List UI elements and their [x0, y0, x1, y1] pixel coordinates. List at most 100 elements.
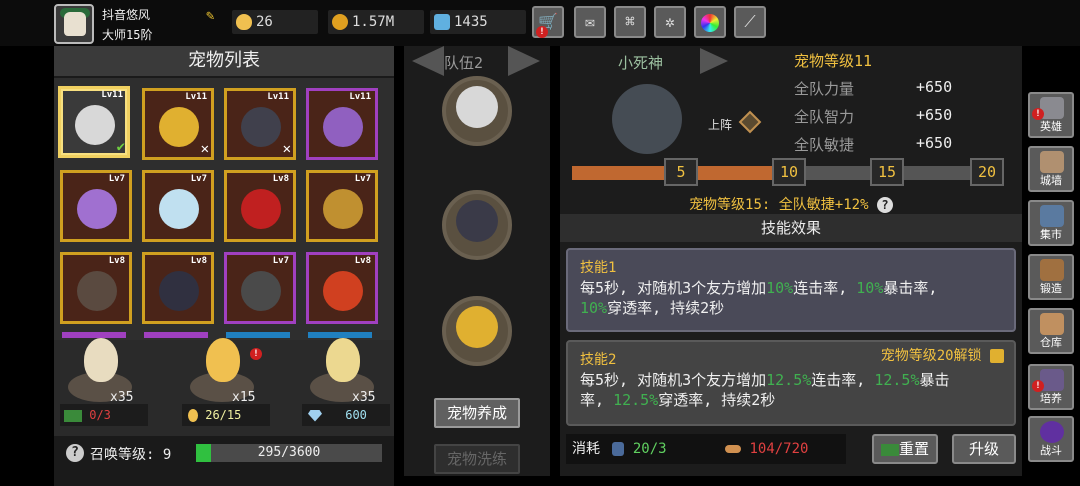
pet-cell[interactable]: Lv7	[142, 170, 214, 242]
player-avatar[interactable]	[54, 4, 94, 44]
pet-cell[interactable]: Lv8	[306, 252, 378, 324]
potion-icon	[612, 442, 625, 456]
egg-quantity: x35	[352, 390, 376, 405]
egg-icon	[236, 14, 252, 30]
pet-list-title: 宠物列表	[54, 46, 394, 76]
dark-bat-pet-icon	[159, 271, 199, 311]
horned-demon-pet-icon	[77, 271, 117, 311]
pet-cell[interactable]: Lv8	[224, 170, 296, 242]
help-icon[interactable]: ?	[66, 444, 84, 462]
stat-value: +650	[916, 106, 953, 124]
pet-cell[interactable]: Lv8	[60, 252, 132, 324]
skill-2-card: 技能2 宠物等级20解锁 每5秒, 对随机3个友方增加12.5%连击率, 12.…	[566, 340, 1016, 426]
mail-button[interactable]: ✉	[574, 6, 606, 38]
spider-pet-icon	[241, 271, 281, 311]
coin-icon	[332, 14, 348, 30]
pet-cell[interactable]: Lv7	[306, 170, 378, 242]
sidebar-item-market[interactable]: 集市	[1028, 200, 1074, 246]
pet-cell[interactable]: Lv11 ✕	[142, 88, 214, 160]
summon-progress-text: 295/3600	[257, 445, 321, 460]
skill-1-card: 技能1 每5秒, 对随机3个友方增加10%连击率, 10%暴击率, 10%穿透率,…	[566, 248, 1016, 332]
player-name: 抖音悠风	[102, 8, 151, 22]
sidebar-item-warehouse[interactable]: 仓库	[1028, 308, 1074, 354]
skill-2-desc: 每5秒, 对随机3个友方增加12.5%连击率, 12.5%暴击 率, 12.5%穿…	[580, 371, 950, 409]
egg-resource: 26	[232, 10, 318, 34]
pet-cell[interactable]: Lv11	[306, 88, 378, 160]
pet-cell[interactable]: Lv7	[60, 170, 132, 242]
stat-value: +650	[916, 134, 953, 152]
coin-count: 1.57M	[352, 14, 395, 30]
team-slot[interactable]	[442, 190, 512, 260]
pet-cell[interactable]: Lv8	[142, 252, 214, 324]
video-ad-icon	[64, 409, 82, 422]
lock-icon	[990, 349, 1004, 363]
egg-quantity: x35	[110, 390, 134, 405]
pet-name: 小死神	[618, 54, 664, 72]
feather-button[interactable]: ⟋	[734, 6, 766, 38]
egg-icon[interactable]	[84, 338, 118, 382]
edit-icon[interactable]: ✎	[206, 8, 222, 24]
team-slot[interactable]	[442, 296, 512, 366]
pet-train-button[interactable]: 宠物养成	[434, 398, 520, 428]
upgrade-button[interactable]: 升级	[952, 434, 1016, 464]
pet-cell-partial	[226, 332, 290, 338]
team-slot[interactable]	[442, 76, 512, 146]
sidebar-item-train[interactable]: ! 培养	[1028, 364, 1074, 410]
milestone: 5	[664, 158, 698, 186]
reaper-pet-icon	[75, 105, 115, 145]
sidebar-item-battle[interactable]: 战斗	[1028, 416, 1074, 462]
gem-icon	[434, 14, 450, 30]
sidebar-item-wall[interactable]: 城墙	[1028, 146, 1074, 192]
deploy-label: 上阵	[708, 118, 733, 132]
stat-name: 全队力量	[794, 80, 855, 98]
help-icon[interactable]: ?	[876, 197, 893, 213]
pet-cell-partial	[308, 332, 372, 338]
scorpion-pet-icon	[77, 189, 117, 229]
color-wheel-icon	[701, 13, 719, 32]
pet-wash-button[interactable]: 宠物洗练	[434, 444, 520, 474]
milestone: 10	[772, 158, 806, 186]
sidebar-item-hero[interactable]: ! 英雄	[1028, 92, 1074, 138]
coin-resource: 1.57M	[328, 10, 424, 34]
milestone: 20	[970, 158, 1004, 186]
summon-level: 召唤等级: 9	[90, 447, 172, 463]
pet-cell-partial	[144, 332, 208, 338]
team-label: 队伍2	[444, 54, 484, 72]
shop-button[interactable]: 🛒!	[532, 6, 564, 38]
egg-icon[interactable]	[206, 338, 240, 382]
egg-icon[interactable]	[326, 338, 360, 382]
level-bonus: 宠物等级15: 全队敏捷+12% ?	[560, 194, 1022, 214]
video-ad-icon	[880, 443, 899, 456]
stat-name: 全队敏捷	[794, 136, 855, 154]
egg-stat: 0/3	[60, 404, 148, 426]
stat-value: +650	[916, 78, 953, 96]
pet-cell[interactable]: Lv7	[224, 252, 296, 324]
egg-stat: 600	[302, 404, 390, 426]
sidebar-item-forge[interactable]: 锻造	[1028, 254, 1074, 300]
reaper-pet-portrait	[612, 84, 682, 154]
gem-icon	[308, 409, 322, 422]
gear-icon: ✲	[665, 12, 675, 31]
bone-icon	[725, 445, 742, 453]
settings-button[interactable]: ✲	[654, 6, 686, 38]
pet-cell[interactable]: Lv11 ✔	[58, 86, 130, 158]
skill-header: 技能效果	[560, 214, 1022, 242]
reset-button[interactable]: 重置	[872, 434, 938, 464]
market-icon	[1040, 205, 1064, 227]
reaper-pet-icon	[456, 86, 498, 128]
upgrade-cost: 消耗 20/3 104/720	[566, 434, 846, 464]
level-progress-segment	[698, 166, 774, 180]
gamepad-button[interactable]: ⌘	[614, 6, 646, 38]
pet-cell[interactable]: Lv11 ✕	[224, 88, 296, 160]
skill-1-title: 技能1	[580, 260, 617, 276]
level-progress-segment	[572, 166, 668, 180]
skull-flame-pet-icon	[456, 306, 498, 348]
color-wheel-button[interactable]	[694, 6, 726, 38]
bat-pet-icon	[241, 107, 281, 147]
lava-golem-pet-icon	[323, 271, 363, 311]
bat-pet-icon	[456, 200, 498, 242]
gamepad-icon: ⌘	[625, 12, 635, 31]
stat-name: 全队智力	[794, 108, 855, 126]
pet-cell-partial	[62, 332, 126, 338]
bee-pet-icon	[323, 189, 363, 229]
